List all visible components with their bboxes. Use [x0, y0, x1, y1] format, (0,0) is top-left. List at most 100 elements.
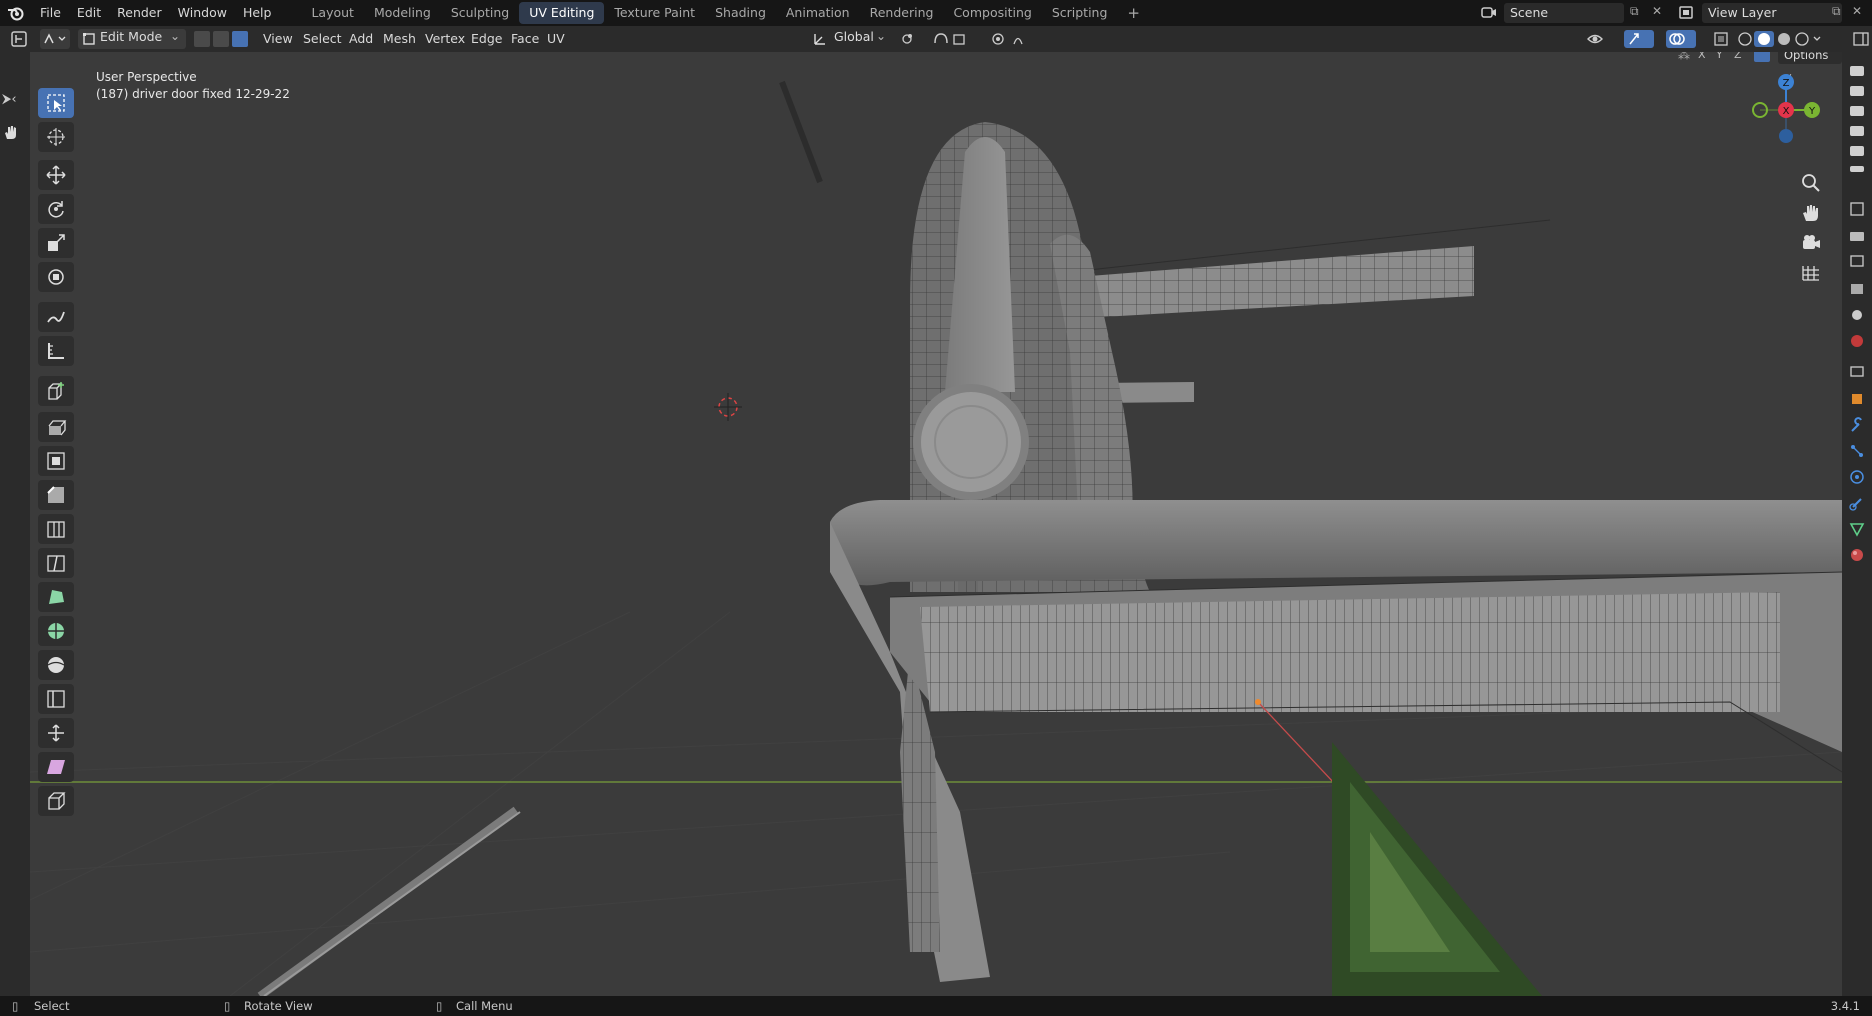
bevel-tool[interactable]: [38, 480, 74, 510]
data-tab-icon[interactable]: [1848, 520, 1866, 538]
sidebar-toggle-icon[interactable]: [1852, 30, 1870, 48]
collapse-arrow-icon[interactable]: ⮞‹: [2, 92, 26, 112]
ortho-toggle-icon[interactable]: [1800, 262, 1824, 286]
transform-orientation-dropdown[interactable]: Global ⌄: [810, 29, 890, 49]
mode-dropdown[interactable]: Edit Mode ⌄: [78, 29, 186, 49]
new-view-layer-icon[interactable]: ⧉: [1832, 4, 1841, 19]
tab-uv-editing[interactable]: UV Editing: [519, 2, 605, 24]
view-layer-field[interactable]: View Layer: [1702, 3, 1842, 23]
properties-editor-icon[interactable]: [10, 30, 28, 48]
cursor-tool[interactable]: [38, 122, 74, 152]
scene-icon[interactable]: [1478, 2, 1500, 24]
3d-viewport[interactable]: User Perspective (187) driver door fixed…: [30, 52, 1842, 996]
tab-compositing[interactable]: Compositing: [943, 2, 1041, 24]
scale-tool[interactable]: [38, 228, 74, 258]
tool-properties-tab-icon[interactable]: [1848, 200, 1866, 218]
tab-shading[interactable]: Shading: [705, 2, 776, 24]
new-scene-icon[interactable]: ⧉: [1630, 4, 1639, 19]
move-tool[interactable]: [38, 160, 74, 190]
menu-select[interactable]: Select: [298, 29, 347, 49]
measure-tool[interactable]: [38, 336, 74, 366]
loop-cut-tool[interactable]: [38, 514, 74, 544]
options-label: Options: [1784, 52, 1829, 62]
view-layer-tab-icon[interactable]: [1848, 280, 1866, 298]
scene-field[interactable]: Scene: [1504, 3, 1624, 23]
hand-pan-icon[interactable]: [2, 124, 22, 144]
navigation-gizmo[interactable]: Z X Y: [1748, 72, 1824, 148]
object-info-label: (187) driver door fixed 12-29-22: [96, 87, 290, 101]
camera-view-icon[interactable]: [1800, 232, 1824, 256]
menu-window[interactable]: Window: [170, 0, 235, 26]
menu-file[interactable]: File: [32, 0, 69, 26]
tab-layout[interactable]: Layout: [301, 2, 364, 24]
snap-icon[interactable]: [932, 31, 982, 47]
zoom-icon[interactable]: [1800, 172, 1824, 196]
blender-logo-icon[interactable]: [0, 0, 32, 26]
status-select: Select: [34, 999, 70, 1013]
annotate-tool[interactable]: [38, 302, 74, 332]
tab-animation[interactable]: Animation: [776, 2, 860, 24]
object-tab-icon[interactable]: [1848, 390, 1866, 408]
rip-region-tool[interactable]: [38, 786, 74, 816]
tab-rendering[interactable]: Rendering: [860, 2, 944, 24]
gizmo-toggle-icon[interactable]: [1624, 30, 1654, 48]
menu-edit[interactable]: Edit: [69, 0, 109, 26]
add-workspace-button[interactable]: +: [1117, 2, 1150, 24]
constraints-tab-icon[interactable]: [1848, 494, 1866, 512]
tab-sculpting[interactable]: Sculpting: [441, 2, 519, 24]
tab-texture-paint[interactable]: Texture Paint: [604, 2, 705, 24]
overlays-toggle-icon[interactable]: [1666, 30, 1696, 48]
rotate-tool[interactable]: [38, 194, 74, 224]
knife-tool[interactable]: [38, 548, 74, 578]
scene-tab-icon[interactable]: [1848, 306, 1866, 324]
menu-uv[interactable]: UV: [542, 29, 570, 49]
menu-face[interactable]: Face: [506, 29, 544, 49]
world-tab-icon[interactable]: [1848, 332, 1866, 350]
close-view-layer-icon[interactable]: ✕: [1852, 4, 1862, 18]
output-tab-icon[interactable]: [1848, 252, 1866, 270]
material-tab-icon[interactable]: [1848, 546, 1866, 564]
inset-faces-tool[interactable]: [38, 446, 74, 476]
extrude-tool[interactable]: [38, 412, 74, 442]
tab-scripting[interactable]: Scripting: [1042, 2, 1118, 24]
vertex-select-mode-button[interactable]: [194, 31, 210, 47]
poly-build-tool[interactable]: [38, 582, 74, 612]
render-tab-icon[interactable]: [1848, 226, 1866, 244]
smooth-tool[interactable]: [38, 650, 74, 680]
proportional-editing-icon[interactable]: [990, 31, 1040, 47]
transform-tool[interactable]: [38, 262, 74, 292]
xray-toggle-icon[interactable]: [1712, 30, 1730, 48]
particles-tab-icon[interactable]: [1848, 442, 1866, 460]
pivot-point-icon[interactable]: [900, 31, 924, 47]
mirror-icon[interactable]: ⁂: [1678, 52, 1690, 62]
auto-merge-icon[interactable]: [1754, 52, 1770, 62]
edge-select-mode-button[interactable]: [213, 31, 229, 47]
view-layer-icon[interactable]: [1676, 2, 1698, 24]
close-scene-icon[interactable]: ✕: [1652, 4, 1662, 18]
collection-tab-icon[interactable]: [1848, 362, 1866, 380]
modifier-wrench-icon[interactable]: [1848, 416, 1866, 434]
menu-add[interactable]: Add: [344, 29, 378, 49]
shrink-fatten-tool[interactable]: [38, 718, 74, 748]
pan-icon[interactable]: [1800, 202, 1824, 226]
axis-x-toggle[interactable]: X: [1698, 52, 1706, 61]
menu-view[interactable]: View: [258, 29, 298, 49]
editor-type-dropdown[interactable]: [40, 29, 70, 49]
face-select-mode-button[interactable]: [232, 31, 248, 47]
menu-edge[interactable]: Edge: [466, 29, 507, 49]
add-cube-tool[interactable]: [38, 376, 74, 406]
edge-slide-tool[interactable]: [38, 684, 74, 714]
axis-z-toggle[interactable]: Z: [1734, 52, 1742, 61]
visibility-icon[interactable]: [1586, 30, 1616, 48]
options-dropdown[interactable]: Options ⌄: [1778, 52, 1842, 80]
menu-mesh[interactable]: Mesh: [378, 29, 421, 49]
tab-modeling[interactable]: Modeling: [364, 2, 441, 24]
select-box-tool[interactable]: [38, 88, 74, 118]
menu-help[interactable]: Help: [235, 0, 280, 26]
axis-y-toggle[interactable]: Y: [1716, 52, 1723, 61]
menu-render[interactable]: Render: [109, 0, 170, 26]
shear-tool[interactable]: [38, 752, 74, 782]
menu-vertex[interactable]: Vertex: [420, 29, 470, 49]
spin-tool[interactable]: [38, 616, 74, 646]
physics-tab-icon[interactable]: [1848, 468, 1866, 486]
